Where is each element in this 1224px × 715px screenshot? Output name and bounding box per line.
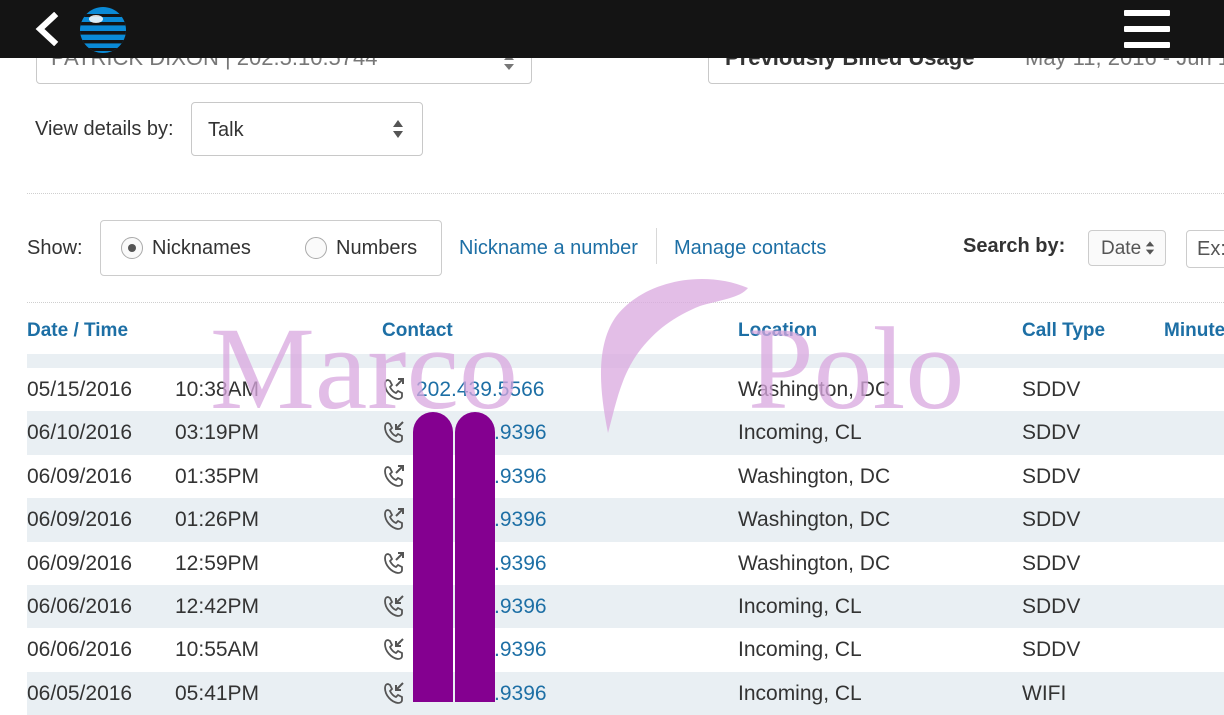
contact-number-link[interactable]: .9396 <box>494 508 547 532</box>
outgoing-call-icon <box>384 551 404 574</box>
search-input-placeholder: Ex: <box>1197 238 1224 260</box>
top-navigation-bar <box>0 0 1224 58</box>
call-time: 10:38AM <box>175 378 260 401</box>
call-type: WIFI <box>1022 681 1067 705</box>
call-type: SDDV <box>1022 594 1081 618</box>
column-header-datetime[interactable]: Date / Time <box>27 320 128 342</box>
incoming-call-icon <box>384 682 404 704</box>
call-type: SDDV <box>1022 508 1081 532</box>
manage-contacts-link[interactable]: Manage contacts <box>674 237 826 260</box>
call-time: 03:19PM <box>175 421 260 445</box>
call-time: 12:42PM <box>175 594 260 618</box>
numbers-radio[interactable] <box>305 237 327 259</box>
show-options-group: Nicknames Numbers <box>100 220 442 276</box>
call-location: Washington, DC <box>738 464 891 488</box>
call-location: Incoming, CL <box>738 681 862 705</box>
view-details-select[interactable]: Talk <box>191 102 423 156</box>
dropdown-arrows-icon <box>393 120 403 138</box>
call-type: SDDV <box>1022 421 1081 445</box>
call-date: 05/15/2016 <box>27 378 133 401</box>
contact-number-link[interactable]: .9396 <box>494 638 547 662</box>
contact-number-link[interactable]: .9396 <box>494 682 547 706</box>
call-type: SDDV <box>1022 638 1081 662</box>
table-row[interactable]: 06/09/2016 01:35PM .9396 Washington, DC SDDV <box>27 455 1224 498</box>
att-globe-icon[interactable] <box>78 5 128 55</box>
view-details-value: Talk <box>208 119 244 141</box>
column-header-contact[interactable]: Contact <box>382 320 453 342</box>
column-header-calltype[interactable]: Call Type <box>1022 320 1105 342</box>
contact-number-link[interactable]: .9396 <box>494 421 547 445</box>
outgoing-call-icon <box>384 508 404 531</box>
numbers-radio-label[interactable]: Numbers <box>336 237 417 260</box>
nicknames-radio-label[interactable]: Nicknames <box>152 237 251 260</box>
table-row[interactable]: 06/06/2016 10:55AM .9396 Incoming, CL SDDV <box>27 628 1224 671</box>
call-time: 01:26PM <box>175 508 260 532</box>
call-location: Incoming, CL <box>738 594 862 618</box>
contact-number-link[interactable]: .9396 <box>494 552 547 576</box>
call-date: 06/05/2016 <box>27 681 133 705</box>
incoming-call-icon <box>384 638 404 661</box>
search-by-label: Search by: <box>963 235 1066 257</box>
call-date: 06/09/2016 <box>27 464 133 488</box>
outgoing-call-icon <box>384 464 404 487</box>
chevron-left-icon[interactable] <box>32 12 62 46</box>
table-row[interactable]: 05/15/2016 10:38AM 202.439.5566 Washington,… <box>27 368 1224 411</box>
search-by-value: Date <box>1101 238 1142 259</box>
call-table-body: 05/15/2016 10:38AM 202.439.5566 Washington,… <box>27 368 1224 715</box>
call-date: 06/10/2016 <box>27 421 133 445</box>
call-time: 12:59PM <box>175 551 260 575</box>
search-by-select[interactable]: Date <box>1088 230 1166 266</box>
redaction-bar <box>413 412 453 702</box>
table-row[interactable]: 06/10/2016 03:19PM .9396 Incoming, CL SDDV <box>27 411 1224 455</box>
section-divider <box>27 193 1224 194</box>
table-row-partial <box>27 354 1224 368</box>
call-location: Washington, DC <box>738 508 891 532</box>
call-time: 05:41PM <box>175 681 260 705</box>
call-date: 06/09/2016 <box>27 551 133 575</box>
search-input[interactable]: Ex: <box>1186 230 1224 268</box>
link-separator <box>656 228 657 264</box>
call-location: Washington, DC <box>738 551 891 575</box>
call-date: 06/09/2016 <box>27 508 133 532</box>
contact-number-link[interactable]: .9396 <box>494 595 547 619</box>
nickname-a-number-link[interactable]: Nickname a number <box>459 237 638 260</box>
incoming-call-icon <box>384 595 404 617</box>
outgoing-call-icon <box>384 378 404 400</box>
section-divider <box>27 302 1224 303</box>
table-row[interactable]: 06/06/2016 12:42PM .9396 Incoming, CL SDDV <box>27 584 1224 629</box>
dropdown-arrows-icon <box>1145 241 1155 255</box>
table-row[interactable]: 06/09/2016 12:59PM .9396 Washington, DC SDDV <box>27 542 1224 585</box>
contact-number-link[interactable]: .9396 <box>494 465 547 489</box>
call-date: 06/06/2016 <box>27 638 133 662</box>
table-row[interactable]: 06/05/2016 05:41PM .9396 Incoming, CL WIFI <box>27 671 1224 715</box>
call-type: SDDV <box>1022 551 1081 575</box>
call-type: SDDV <box>1022 464 1081 488</box>
show-label: Show: <box>27 237 83 259</box>
call-time: 01:35PM <box>175 464 260 488</box>
nicknames-radio[interactable] <box>121 237 143 259</box>
contact-number-link[interactable]: 202.439.5566 <box>416 378 544 402</box>
view-details-label: View details by: <box>35 118 174 140</box>
call-type: SDDV <box>1022 378 1081 401</box>
call-location: Incoming, CL <box>738 638 862 662</box>
column-header-location[interactable]: Location <box>738 320 817 342</box>
redaction-bar <box>455 412 495 702</box>
call-location: Washington, DC <box>738 378 891 401</box>
column-header-minutes[interactable]: Minute <box>1164 320 1224 342</box>
hamburger-menu-icon[interactable] <box>1124 10 1170 48</box>
call-time: 10:55AM <box>175 638 260 662</box>
table-row[interactable]: 06/09/2016 01:26PM .9396 Washington, DC SDDV <box>27 498 1224 542</box>
call-location: Incoming, CL <box>738 421 862 445</box>
call-date: 06/06/2016 <box>27 594 133 618</box>
incoming-call-icon <box>384 421 404 444</box>
